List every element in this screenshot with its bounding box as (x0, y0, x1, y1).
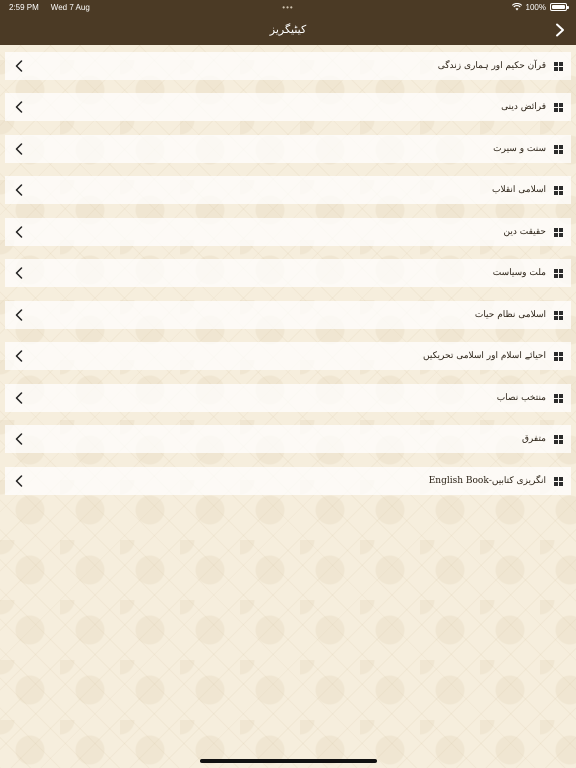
category-row[interactable]: سنت و سیرت (5, 135, 571, 163)
category-label: ملت وسیاست (492, 268, 546, 278)
chevron-left-icon (15, 350, 25, 362)
category-label: سنت و سیرت (493, 144, 546, 154)
wifi-icon (511, 3, 522, 11)
grid-icon (554, 351, 563, 361)
grid-icon (554, 102, 563, 112)
page-title: کیٹیگریز (269, 23, 307, 36)
grid-icon (554, 434, 563, 444)
category-row[interactable]: فرائض دینی (5, 93, 571, 121)
category-label: اسلامی انقلاب (492, 185, 546, 195)
chevron-left-icon (15, 143, 25, 155)
category-label: اسلامی نظام حیات (474, 310, 546, 320)
category-row[interactable]: انگریزی کتابیں-English Book (5, 467, 571, 495)
category-label: منتخب نصاب (496, 393, 546, 403)
grid-icon (554, 61, 563, 71)
grid-icon (554, 144, 563, 154)
category-row[interactable]: اسلامی انقلاب (5, 176, 571, 204)
status-right: 100% (511, 2, 569, 12)
category-row[interactable]: متفرق (5, 425, 571, 453)
category-row[interactable]: حقیقت دین (5, 218, 571, 246)
chevron-left-icon (15, 60, 25, 72)
back-button[interactable] (552, 21, 568, 39)
grid-icon (554, 185, 563, 195)
chevron-left-icon (15, 433, 25, 445)
status-bar: 2:59 PM Wed 7 Aug ••• 100% (0, 0, 576, 14)
battery-icon (550, 3, 569, 11)
chevron-left-icon (15, 267, 25, 279)
multitasking-dots[interactable]: ••• (282, 3, 293, 12)
category-label: انگریزی کتابیں-English Book (428, 476, 546, 486)
category-label: حقیقت دین (503, 227, 546, 237)
navigation-bar: کیٹیگریز (0, 14, 576, 45)
grid-icon (554, 310, 563, 320)
home-indicator[interactable] (200, 759, 377, 763)
category-row[interactable]: منتخب نصاب (5, 384, 571, 412)
chevron-left-icon (15, 475, 25, 487)
category-label: متفرق (521, 434, 546, 444)
grid-icon (554, 227, 563, 237)
chevron-left-icon (15, 184, 25, 196)
chevron-left-icon (15, 226, 25, 238)
category-label: فرائض دینی (501, 102, 546, 112)
category-label: قرآن حکیم اور ہماری زندگی (437, 61, 546, 71)
chevron-right-icon (556, 23, 564, 37)
category-row[interactable]: احیائے اسلام اور اسلامی تحریکیں (5, 342, 571, 370)
grid-icon (554, 268, 563, 278)
status-time: 2:59 PM (9, 2, 39, 12)
grid-icon (554, 393, 563, 403)
category-row[interactable]: اسلامی نظام حیات (5, 301, 571, 329)
battery-percent: 100% (525, 2, 546, 12)
chevron-left-icon (15, 101, 25, 113)
category-label: احیائے اسلام اور اسلامی تحریکیں (423, 351, 546, 361)
category-row[interactable]: ملت وسیاست (5, 259, 571, 287)
chevron-left-icon (15, 392, 25, 404)
category-row[interactable]: قرآن حکیم اور ہماری زندگی (5, 52, 571, 80)
chevron-left-icon (15, 309, 25, 321)
status-date: Wed 7 Aug (50, 2, 90, 12)
grid-icon (554, 476, 563, 486)
